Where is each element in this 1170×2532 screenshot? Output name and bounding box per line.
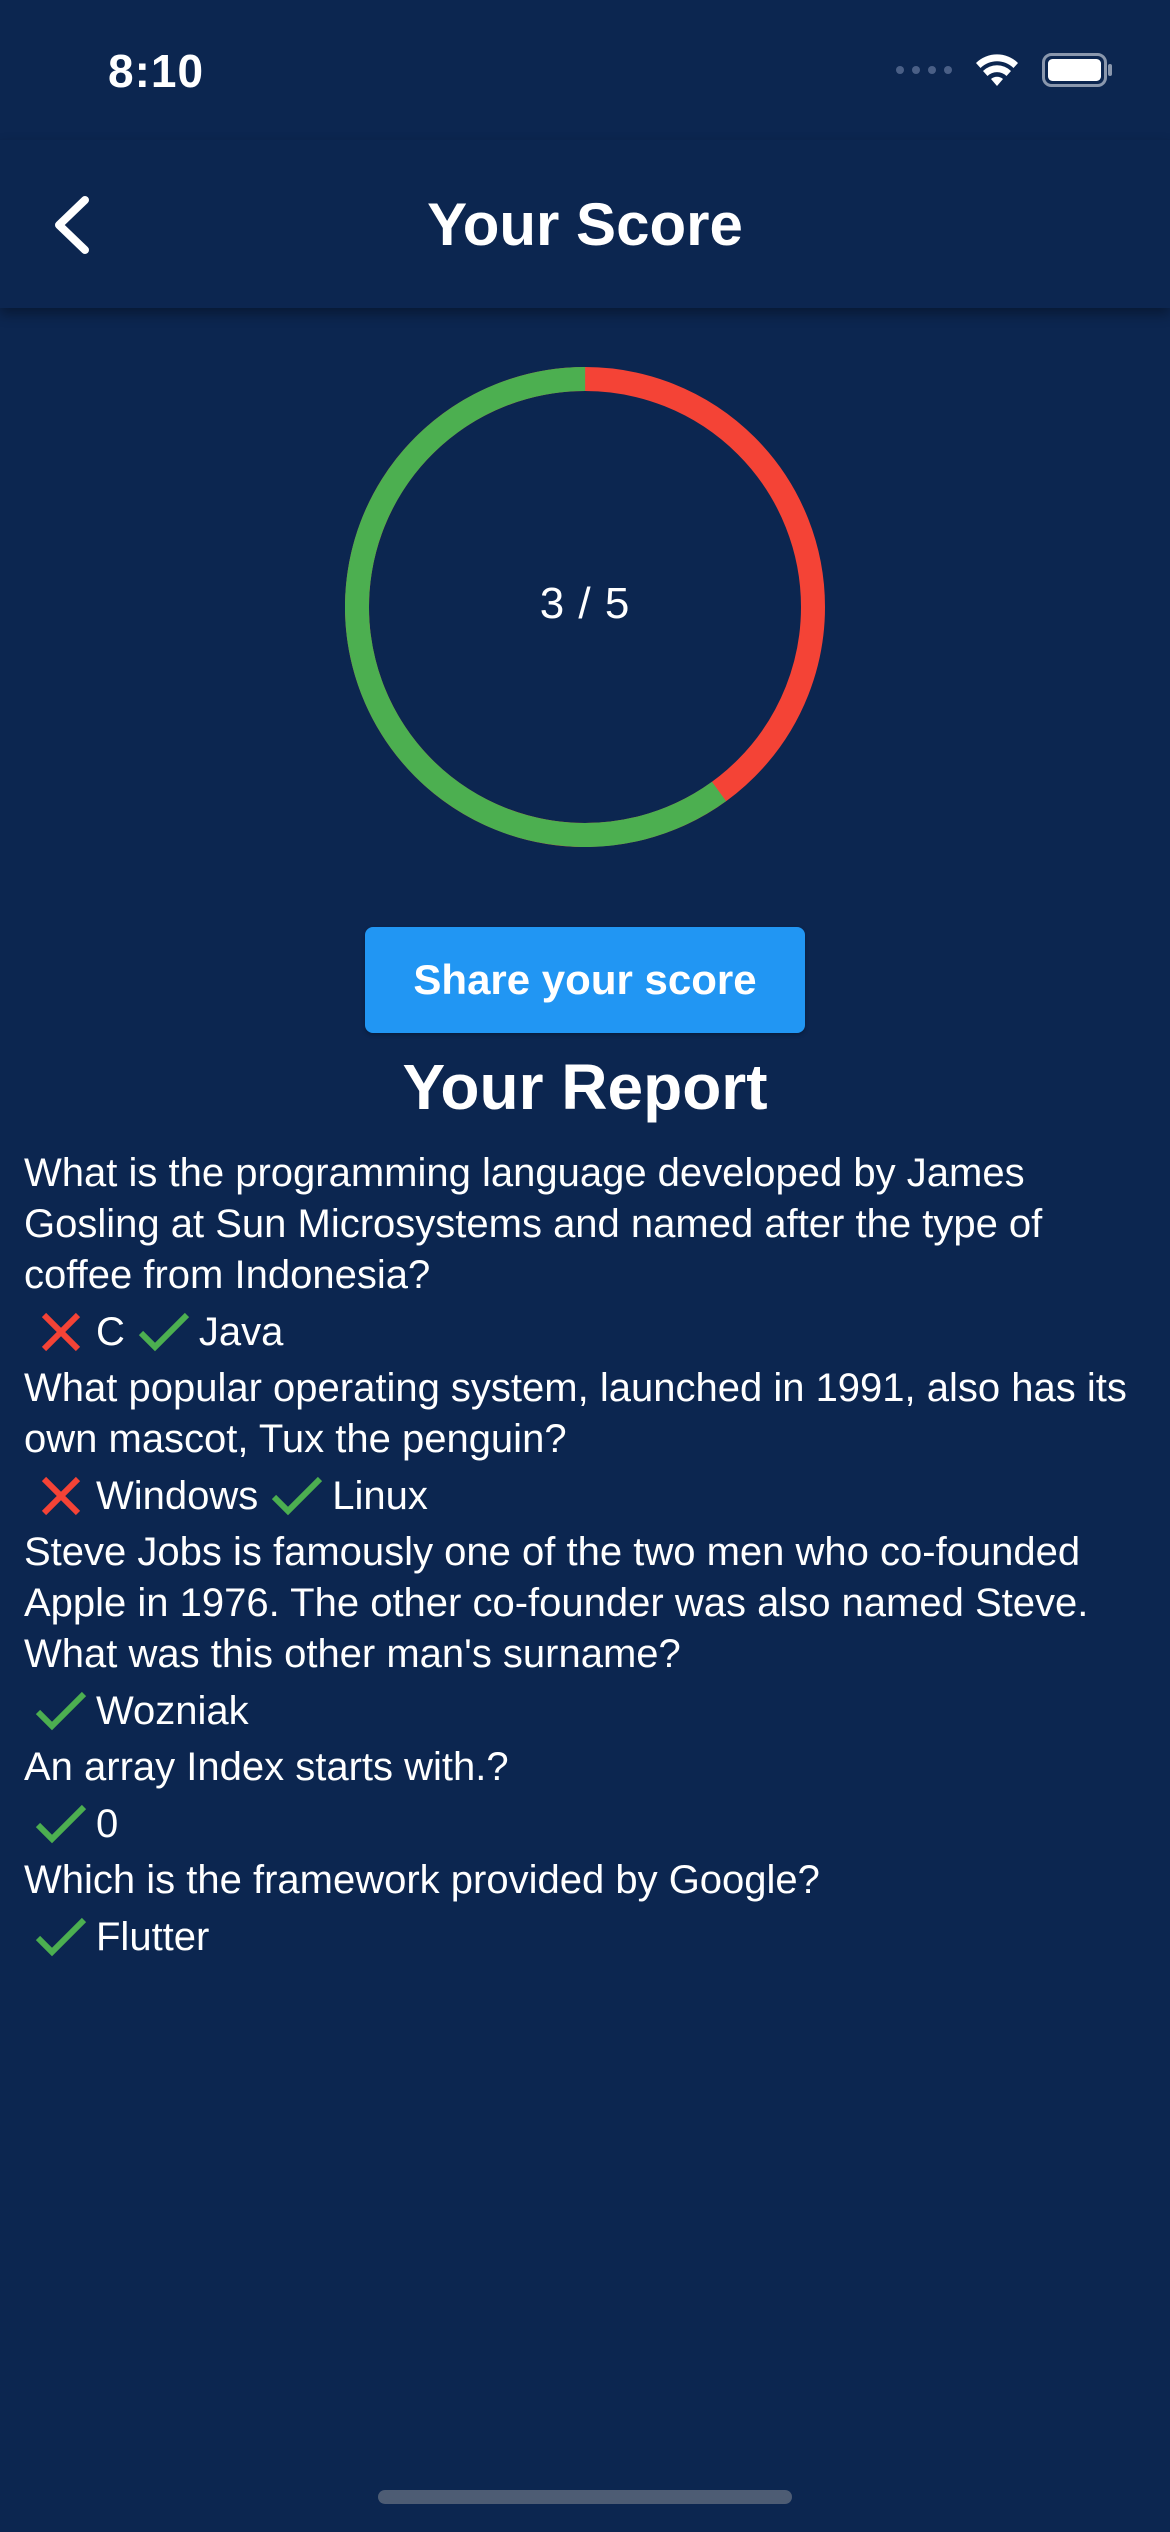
cross-icon	[41, 1312, 81, 1352]
check-icon	[35, 1691, 87, 1731]
answer-label: Windows	[96, 1473, 259, 1518]
report-answers: Wozniak	[32, 1680, 1146, 1742]
check-icon	[35, 1804, 87, 1844]
status-bar: 8:10	[0, 0, 1170, 140]
correct-answer: Flutter	[32, 1912, 219, 1962]
status-icons	[896, 52, 1114, 88]
wrong-answer: C	[32, 1307, 135, 1357]
correct-answer: 0	[32, 1799, 128, 1849]
report-title: Your Report	[402, 1051, 768, 1123]
score-label: 3 / 5	[539, 579, 631, 628]
wifi-icon	[976, 54, 1018, 86]
report-question: An array Index starts with.?	[24, 1745, 509, 1789]
page-title: Your Score	[427, 191, 743, 258]
report-answers: Flutter	[32, 1906, 1146, 1968]
correct-answer: Wozniak	[32, 1686, 259, 1736]
cellular-signal-icon	[896, 66, 952, 74]
cross-icon	[41, 1476, 81, 1516]
report-answers: C Java	[32, 1301, 1146, 1363]
share-score-button[interactable]: Share your score	[365, 927, 805, 1033]
answer-label: 0	[96, 1801, 119, 1846]
check-icon	[272, 1476, 323, 1516]
report-list: What is the programming language develop…	[24, 1148, 1146, 1968]
app-bar: Your Score	[0, 140, 1170, 308]
answer-label: Linux	[332, 1473, 428, 1518]
battery-icon	[1042, 53, 1112, 87]
correct-answer: Java	[135, 1307, 294, 1357]
report-question: Steve Jobs is famously one of the two me…	[24, 1530, 1089, 1676]
report-question: What is the programming language develop…	[24, 1151, 1043, 1297]
report-question: Which is the framework provided by Googl…	[24, 1858, 820, 1902]
answer-label: C	[96, 1309, 125, 1354]
home-indicator[interactable]	[378, 2490, 792, 2504]
report-answers: 0	[32, 1793, 1146, 1855]
report-answers: Windows Linux	[32, 1465, 1146, 1527]
report-question: What popular operating system, launched …	[24, 1366, 1127, 1461]
answer-label: Java	[198, 1309, 284, 1354]
wrong-answer: Windows	[32, 1471, 268, 1521]
check-icon	[35, 1917, 87, 1957]
correct-answer: Linux	[268, 1471, 438, 1521]
answer-label: Flutter	[96, 1914, 210, 1959]
check-icon	[138, 1312, 190, 1352]
status-time: 8:10	[108, 45, 205, 97]
answer-label: Wozniak	[96, 1688, 249, 1733]
score-ring: 3 / 5	[345, 367, 825, 847]
